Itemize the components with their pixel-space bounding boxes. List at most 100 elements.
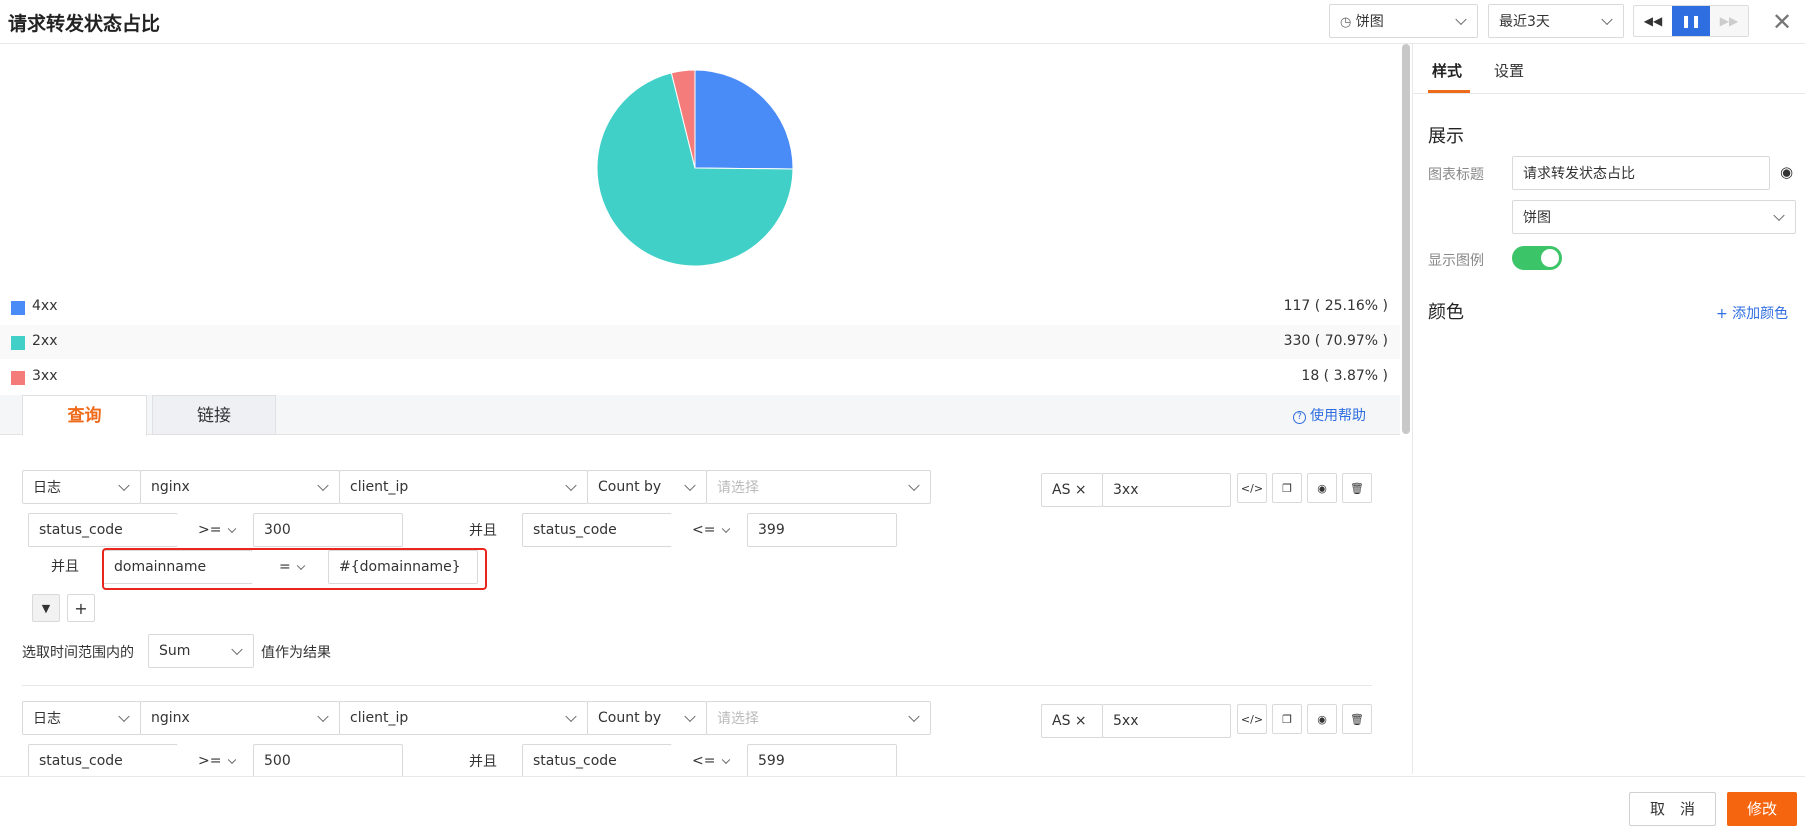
filter-button[interactable]: ▼ [32, 594, 60, 622]
legend-label: 3xx [32, 368, 58, 384]
chevron-down-icon [1773, 209, 1785, 222]
legend-row: 2xx 330 ( 70.97% ) [0, 325, 1400, 359]
delete-button[interactable]: 🗑 [1342, 473, 1372, 503]
copy-button[interactable]: ❐ [1272, 473, 1302, 503]
delete-button[interactable]: 🗑 [1342, 704, 1372, 734]
source-select[interactable]: 日志 [22, 470, 141, 504]
pause-icon: ❚❚ [1680, 14, 1702, 28]
show-legend-toggle[interactable] [1512, 246, 1562, 270]
group-by-select[interactable]: 请选择 [706, 470, 931, 504]
preview-button[interactable]: ◉ [1307, 704, 1337, 734]
index-select[interactable]: nginx [140, 470, 340, 504]
show-legend-label: 显示图例 [1428, 253, 1484, 269]
condition-operator-select[interactable]: <= [671, 513, 748, 547]
chart-title-label: 图表标题 [1428, 167, 1484, 183]
and-label: 并且 [51, 559, 79, 575]
condition-field-input[interactable]: status_code [522, 744, 672, 778]
chart-type-dropdown[interactable]: 饼图 [1512, 200, 1796, 234]
chevron-down-icon [565, 710, 577, 723]
preview-button[interactable]: ◉ [1307, 473, 1337, 503]
plus-icon: + [74, 598, 88, 618]
copy-icon: ❐ [1282, 712, 1292, 726]
chevron-down-icon [317, 479, 329, 492]
condition-field-input[interactable]: status_code [522, 513, 672, 547]
copy-icon: ❐ [1282, 481, 1292, 495]
field-select[interactable]: client_ip [339, 470, 588, 504]
close-icon: ✕ [1772, 8, 1793, 36]
legend-value: 18 ( 3.87% ) [1301, 368, 1388, 384]
toggle-knob [1541, 249, 1559, 267]
alias-input[interactable]: 5xx [1102, 704, 1231, 738]
tab-style[interactable]: 样式 [1432, 60, 1462, 81]
condition-operator-select[interactable]: <= [671, 744, 748, 778]
query-tab-bar: 查询 链接 ? 使用帮助 [0, 395, 1400, 436]
condition-field-input[interactable]: status_code [28, 513, 178, 547]
chart-type-select[interactable]: ◷ 饼图 [1329, 4, 1478, 38]
tab-query[interactable]: 查询 [22, 395, 147, 436]
chart-title-input[interactable]: 请求转发状态占比 [1512, 156, 1770, 190]
cancel-button[interactable]: 取 消 [1629, 792, 1716, 826]
rewind-button[interactable]: ◀◀ [1634, 6, 1672, 36]
chevron-down-icon [721, 755, 731, 765]
chevron-down-icon [908, 479, 920, 492]
chevron-down-icon [721, 524, 731, 534]
chevron-down-icon [118, 479, 130, 492]
condition-field-input[interactable]: status_code [28, 744, 178, 778]
legend-label: 4xx [32, 298, 58, 314]
tab-link[interactable]: 链接 [152, 395, 276, 435]
question-icon: ? [1293, 411, 1306, 424]
chevron-down-icon [227, 524, 237, 534]
chevron-down-icon [908, 710, 920, 723]
color-heading: 颜色 [1428, 302, 1464, 323]
pie-chart [596, 69, 794, 267]
condition-value-input[interactable]: 399 [747, 513, 897, 547]
highlight-box [102, 548, 487, 590]
page-title: 请求转发状态占比 [8, 13, 161, 35]
divider [22, 685, 1372, 686]
chart-type-value: 饼图 [1355, 14, 1384, 30]
trash-icon: 🗑 [1350, 712, 1364, 726]
fast-forward-icon: ▶▶ [1719, 14, 1739, 28]
close-button[interactable]: ✕ [1772, 8, 1792, 36]
result-function-select[interactable]: Sum [148, 634, 254, 668]
aggregation-select[interactable]: Count by [587, 701, 707, 735]
index-select[interactable]: nginx [140, 701, 340, 735]
alias-remove-button[interactable]: AS × [1041, 704, 1103, 738]
result-prefix: 选取时间范围内的 [22, 645, 134, 661]
tab-settings[interactable]: 设置 [1494, 60, 1524, 81]
condition-operator-select[interactable]: >= [177, 744, 254, 778]
eye-icon[interactable]: ◉ [1780, 163, 1793, 181]
scrollbar[interactable] [1402, 44, 1410, 434]
copy-button[interactable]: ❐ [1272, 704, 1302, 734]
chevron-down-icon [684, 710, 696, 723]
add-color-button[interactable]: + 添加颜色 [1716, 303, 1788, 323]
code-icon: </> [1240, 712, 1264, 726]
add-condition-button[interactable]: + [67, 594, 95, 622]
group-by-select[interactable]: 请选择 [706, 701, 931, 735]
legend-row: 3xx 18 ( 3.87% ) [0, 360, 1400, 394]
code-button[interactable]: </> [1237, 473, 1267, 503]
alias-input[interactable]: 3xx [1102, 473, 1231, 507]
source-select[interactable]: 日志 [22, 701, 141, 735]
legend-swatch [11, 336, 25, 350]
legend-row: 4xx 117 ( 25.16% ) [0, 290, 1400, 324]
fast-forward-button[interactable]: ▶▶ [1710, 6, 1748, 36]
condition-value-input[interactable]: 300 [253, 513, 403, 547]
condition-value-input[interactable]: 500 [253, 744, 403, 778]
rewind-icon: ◀◀ [1643, 14, 1663, 28]
field-select[interactable]: client_ip [339, 701, 588, 735]
alias-remove-button[interactable]: AS × [1041, 473, 1103, 507]
chart-editor: 请求转发状态占比 ◷ 饼图 最近3天 ◀◀ ❚❚ ▶▶ ✕ 4xx 117 ( … [0, 0, 1805, 836]
condition-operator-select[interactable]: >= [177, 513, 254, 547]
aggregation-select[interactable]: Count by [587, 470, 707, 504]
help-link[interactable]: ? 使用帮助 [1293, 405, 1366, 425]
pause-button[interactable]: ❚❚ [1672, 6, 1710, 36]
condition-value-input[interactable]: 599 [747, 744, 897, 778]
header-bar: 请求转发状态占比 ◷ 饼图 最近3天 ◀◀ ❚❚ ▶▶ ✕ [0, 0, 1805, 44]
pie-slice-4xx[interactable] [694, 69, 794, 170]
code-button[interactable]: </> [1237, 704, 1267, 734]
time-range-select[interactable]: 最近3天 [1488, 4, 1624, 38]
submit-button[interactable]: 修改 [1727, 792, 1797, 826]
chevron-down-icon [231, 643, 243, 656]
result-suffix: 值作为结果 [261, 645, 331, 661]
